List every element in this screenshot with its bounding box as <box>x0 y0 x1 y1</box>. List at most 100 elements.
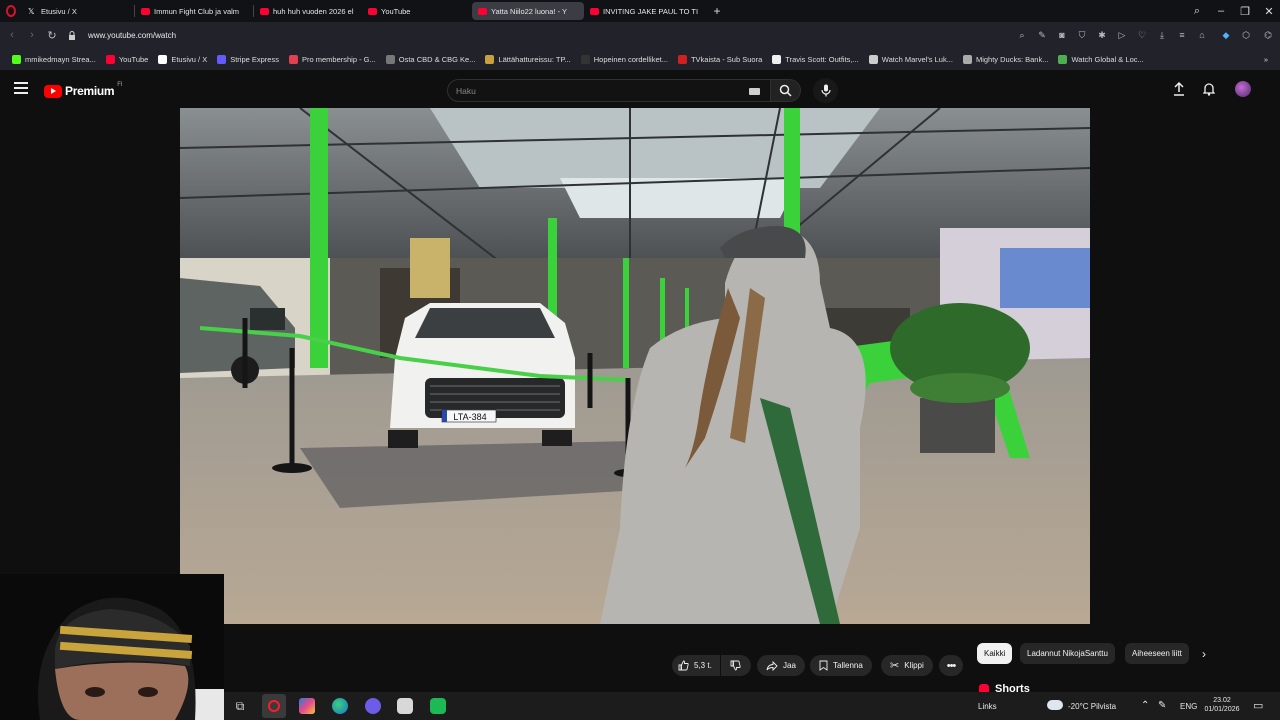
bookmark-favicon-icon <box>1058 54 1068 64</box>
language-indicator[interactable]: ENG <box>1180 702 1197 711</box>
clock[interactable]: 23.02 01/01/2026 <box>1203 696 1241 714</box>
search-tabs-icon[interactable]: ⌕ <box>1186 0 1208 22</box>
like-button[interactable]: 5,3 t. <box>672 655 720 676</box>
heart-icon[interactable]: ♡ <box>1132 25 1152 45</box>
share-button[interactable]: Jaa <box>757 655 805 676</box>
task-view-icon[interactable]: ⧉ <box>232 698 248 714</box>
download-icon[interactable]: ⤓ <box>1152 25 1172 45</box>
bookmark-favicon-icon <box>288 54 298 64</box>
new-tab-button[interactable]: + <box>710 4 724 18</box>
bookmarks-overflow-icon[interactable]: » <box>1260 55 1272 64</box>
bookmark-item[interactable]: mmikedmayn Strea... <box>8 54 100 64</box>
minimize-icon[interactable]: – <box>1210 0 1232 22</box>
chip-all[interactable]: Kaikki <box>977 643 1013 664</box>
youtube-play-icon <box>44 84 62 98</box>
shield-icon[interactable]: ⛉ <box>1072 25 1092 45</box>
ai-icon[interactable]: ◆ <box>1216 25 1236 45</box>
bookmark-item[interactable]: Watch Global & Loc... <box>1054 54 1147 64</box>
voice-search-button[interactable] <box>813 78 838 103</box>
url-field[interactable]: www.youtube.com/watch <box>88 31 176 40</box>
bookmark-item[interactable]: Hopeinen cordelliket... <box>577 54 672 64</box>
wallet-icon[interactable]: ⌂ <box>1192 25 1212 45</box>
tab-huh[interactable]: huh huh vuoden 2026 el <box>254 2 362 20</box>
save-button[interactable]: Tallenna <box>810 655 872 676</box>
camera-icon[interactable]: ◙ <box>1052 25 1072 45</box>
bookmark-item[interactable]: Stripe Express <box>213 54 283 64</box>
thumbs-down-icon <box>730 660 741 671</box>
weather-text[interactable]: -20°C Pilvista <box>1068 702 1116 711</box>
clip-button[interactable]: ✂ Klippi <box>881 655 933 676</box>
tab-immun[interactable]: Immun Fight Club ja valm <box>135 2 253 20</box>
youtube-icon <box>141 7 150 15</box>
streamer-face-image <box>0 574 224 720</box>
discord-icon[interactable] <box>365 698 381 714</box>
bookmark-icon <box>819 660 828 671</box>
upload-icon[interactable] <box>1171 81 1187 97</box>
bookmark-item[interactable]: Watch Marvel's Luk... <box>865 54 957 64</box>
restore-icon[interactable]: ❐ <box>1234 0 1256 22</box>
browser-tab-bar: 𝕏 Etusivu / X Immun Fight Club ja valm h… <box>0 0 1280 22</box>
bookmark-favicon-icon <box>385 54 395 64</box>
forward-icon[interactable]: › <box>22 25 42 45</box>
chip-related[interactable]: Aiheeseen liitt <box>1125 643 1189 664</box>
x-logo-icon: 𝕏 <box>28 6 35 16</box>
notification-center-icon[interactable]: ▭ <box>1253 699 1263 712</box>
video-frame-image: LTA-384 <box>180 108 1090 624</box>
cube-icon[interactable]: ⬡ <box>1236 25 1256 45</box>
bookmark-item[interactable]: Osta CBD & CBG Ke... <box>382 54 480 64</box>
chip-uploader[interactable]: Ladannut NikojaSanttu <box>1020 643 1115 664</box>
obs-icon[interactable] <box>397 698 413 714</box>
search-input[interactable]: Haku <box>447 79 771 102</box>
hamburger-menu-icon[interactable] <box>14 82 28 94</box>
youtube-icon <box>478 7 487 15</box>
bookmark-item[interactable]: Travis Scott: Outfits,... <box>768 54 863 64</box>
lock-icon[interactable] <box>62 25 82 45</box>
tray-chevron-icon[interactable]: ⌃ <box>1141 700 1149 711</box>
stream-app-icon[interactable] <box>430 698 446 714</box>
opera-logo-icon[interactable] <box>0 0 22 22</box>
bookmark-item[interactable]: Mighty Ducks: Bank... <box>959 54 1053 64</box>
search-icon <box>779 84 792 97</box>
send-icon[interactable]: ▷ <box>1112 25 1132 45</box>
taskbar-links[interactable]: Links <box>978 702 997 711</box>
youtube-premium-logo[interactable]: Premium FI <box>44 82 123 98</box>
back-icon[interactable]: ‹ <box>2 25 22 45</box>
license-plate: LTA-384 <box>453 412 486 422</box>
search-icon[interactable]: ⌕ <box>1012 25 1032 45</box>
edge-icon[interactable] <box>332 698 348 714</box>
keyboard-icon[interactable] <box>749 88 760 95</box>
video-player[interactable]: LTA-384 <box>180 108 1090 624</box>
notifications-bell-icon[interactable] <box>1201 81 1217 97</box>
aria-icon[interactable]: ⌬ <box>1256 25 1280 45</box>
bookmarks-bar: mmikedmayn Strea... YouTube Etusivu / X Str… <box>0 48 1280 70</box>
bookmark-favicon-icon <box>677 54 687 64</box>
tab-youtube[interactable]: YouTube <box>362 2 472 20</box>
avatar[interactable] <box>1235 81 1251 97</box>
app-icon[interactable] <box>299 698 315 714</box>
share-icon <box>766 660 778 671</box>
bookmark-favicon-icon <box>105 54 115 64</box>
close-icon[interactable]: ✕ <box>1258 0 1280 22</box>
bookmark-favicon-icon <box>772 54 782 64</box>
more-actions-button[interactable]: ••• <box>939 655 963 676</box>
opera-taskbar-icon[interactable] <box>262 694 286 718</box>
reload-icon[interactable]: ↻ <box>42 25 62 45</box>
tab-yatta-niilo22[interactable]: Yatta Niilo22 luona! - Y <box>472 2 584 20</box>
bookmark-favicon-icon <box>485 54 495 64</box>
bookmark-item[interactable]: Pro membership - G... <box>285 54 380 64</box>
menu-icon[interactable]: ≡ <box>1172 25 1192 45</box>
pen-icon[interactable]: ✎ <box>1158 700 1166 711</box>
tab-jake-paul[interactable]: INVITING JAKE PAUL TO TI <box>584 2 702 20</box>
chevron-right-icon[interactable]: › <box>1197 647 1211 661</box>
bookmark-item[interactable]: YouTube <box>102 54 152 64</box>
bookmark-item[interactable]: TVkaista - Sub Suora <box>674 54 766 64</box>
youtube-icon <box>590 7 599 15</box>
more-icon: ••• <box>946 659 957 672</box>
edit-icon[interactable]: ✎ <box>1032 25 1052 45</box>
dislike-button[interactable] <box>721 655 751 676</box>
extension-icon[interactable]: ✱ <box>1092 25 1112 45</box>
tab-x[interactable]: 𝕏 Etusivu / X <box>22 2 134 20</box>
search-button[interactable] <box>771 79 801 102</box>
bookmark-item[interactable]: Lättähattureissu: TP... <box>481 54 574 64</box>
bookmark-item[interactable]: Etusivu / X <box>154 54 211 64</box>
